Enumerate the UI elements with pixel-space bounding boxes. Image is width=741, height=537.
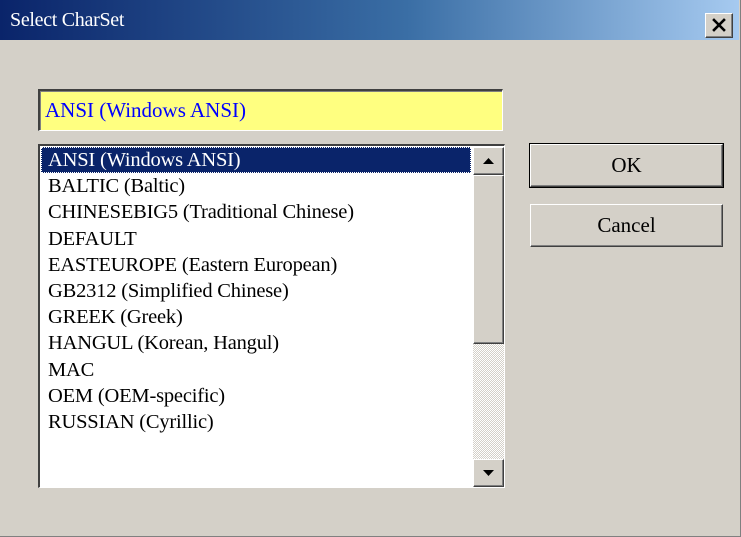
close-icon <box>712 18 726 32</box>
vertical-scrollbar[interactable] <box>473 147 504 487</box>
arrow-down-icon <box>483 470 494 476</box>
cancel-button[interactable]: Cancel <box>530 204 723 247</box>
selected-charset-field[interactable]: ANSI (Windows ANSI) <box>38 89 503 131</box>
scroll-down-button[interactable] <box>473 459 504 487</box>
list-item[interactable]: HANGUL (Korean, Hangul) <box>41 330 471 356</box>
list-item[interactable]: BALTIC (Baltic) <box>41 173 471 199</box>
ok-button[interactable]: OK <box>529 143 724 188</box>
list-item[interactable]: GB2312 (Simplified Chinese) <box>41 278 471 304</box>
arrow-up-icon <box>483 158 494 164</box>
list-item[interactable]: CHINESEBIG5 (Traditional Chinese) <box>41 199 471 225</box>
select-charset-dialog: Select CharSet ANSI (Windows ANSI) ANSI … <box>0 0 741 537</box>
list-item[interactable]: EASTEUROPE (Eastern European) <box>41 252 471 278</box>
list-item[interactable]: MAC <box>41 357 471 383</box>
list-item[interactable]: RUSSIAN (Cyrillic) <box>41 409 471 435</box>
list-item[interactable]: ANSI (Windows ANSI) <box>41 147 471 174</box>
scroll-up-button[interactable] <box>473 147 504 175</box>
window-title: Select CharSet <box>10 9 125 31</box>
charset-list: ANSI (Windows ANSI) BALTIC (Baltic) CHINES… <box>41 147 471 435</box>
title-bar[interactable]: Select CharSet <box>0 0 739 40</box>
list-item[interactable]: OEM (OEM-specific) <box>41 383 471 409</box>
list-item[interactable]: GREEK (Greek) <box>41 304 471 330</box>
charset-listbox[interactable]: ANSI (Windows ANSI) BALTIC (Baltic) CHINES… <box>38 144 505 488</box>
scroll-thumb[interactable] <box>473 175 504 344</box>
close-button[interactable] <box>705 13 733 38</box>
list-item[interactable]: DEFAULT <box>41 226 471 252</box>
